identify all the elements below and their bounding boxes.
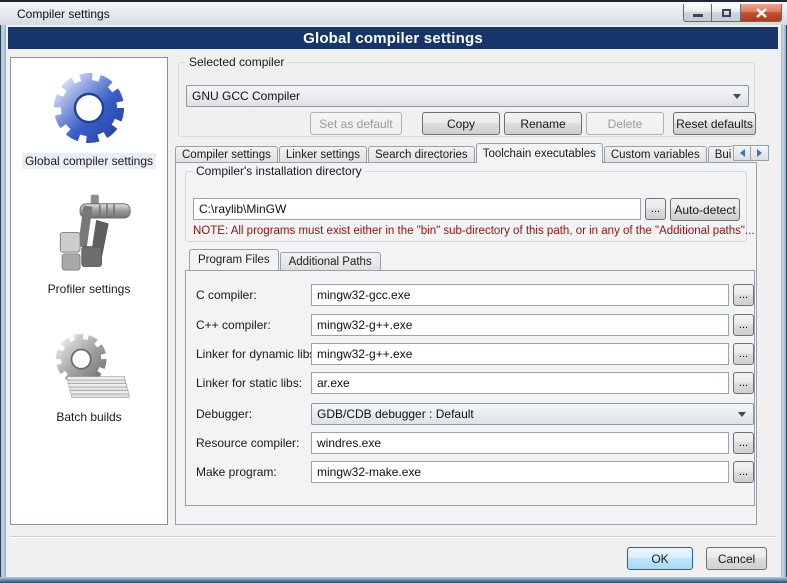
subtab-label: Additional Paths <box>289 256 372 268</box>
browse-directory-button[interactable]: ... <box>645 198 666 220</box>
tab-label: Custom variables <box>611 149 700 161</box>
field-label: Linker for static libs: <box>196 376 302 390</box>
tab-scroll-left-icon <box>740 149 745 157</box>
field-row-linker-static: Linker for static libs: ... <box>186 372 754 394</box>
tab-scroll-right-button[interactable] <box>751 145 769 161</box>
dialog-header: Global compiler settings <box>8 27 778 49</box>
window-title: Compiler settings <box>17 7 110 21</box>
field-row-cpp-compiler: C++ compiler: ... <box>186 314 754 336</box>
browse-button[interactable]: ... <box>733 461 754 483</box>
tab-toolchain-executables[interactable]: Toolchain executables <box>476 143 603 163</box>
rename-button[interactable]: Rename <box>504 112 582 135</box>
subtab-additional-paths[interactable]: Additional Paths <box>280 252 381 270</box>
chevron-down-icon <box>738 412 746 417</box>
caption-buttons <box>683 4 782 22</box>
gear-stack-icon <box>41 327 137 407</box>
browse-button[interactable]: ... <box>733 343 754 365</box>
field-label: Debugger: <box>196 407 252 421</box>
field-row-debugger: Debugger: GDB/CDB debugger : Default <box>186 403 754 425</box>
selected-compiler-group: Selected compiler GNU GCC Compiler Set a… <box>178 62 755 137</box>
close-icon <box>756 8 767 18</box>
tab-scroll-left-button[interactable] <box>733 145 751 161</box>
browse-button[interactable]: ... <box>733 314 754 336</box>
c-compiler-input[interactable] <box>311 284 729 306</box>
tab-label: Build options <box>715 149 732 161</box>
titlebar[interactable]: Compiler settings <box>0 0 787 25</box>
tab-compiler-settings[interactable]: Compiler settings <box>175 146 278 163</box>
installation-directory-group-label: Compiler's installation directory <box>193 164 365 178</box>
linker-static-input[interactable] <box>311 372 729 394</box>
cpp-compiler-input[interactable] <box>311 314 729 336</box>
chevron-down-icon <box>733 94 741 99</box>
field-row-make-program: Make program: ... <box>186 461 754 483</box>
close-button[interactable] <box>741 4 782 22</box>
program-files-tabstrip: Program Files Additional Paths <box>189 249 382 270</box>
field-label: C compiler: <box>196 288 257 302</box>
sidebar-item-batch-builds[interactable]: Batch builds <box>41 327 137 425</box>
tab-label: Toolchain executables <box>483 148 596 160</box>
sidebar-item-global-compiler-settings[interactable]: Global compiler settings <box>22 65 156 169</box>
field-label: Linker for dynamic libs: <box>196 347 319 361</box>
compiler-select-value: GNU GCC Compiler <box>192 89 733 103</box>
subtab-program-files[interactable]: Program Files <box>189 249 279 270</box>
field-label: Make program: <box>196 465 277 479</box>
tab-label: Search directories <box>375 149 468 161</box>
field-row-c-compiler: C compiler: ... <box>186 284 754 306</box>
caliper-icon <box>44 193 134 279</box>
settings-tabstrip: Compiler settings Linker settings Search… <box>175 143 732 163</box>
page-title: Global compiler settings <box>303 30 483 47</box>
tab-build-options[interactable]: Build options <box>708 146 732 163</box>
tab-label: Linker settings <box>286 149 360 161</box>
tab-label: Compiler settings <box>182 149 271 161</box>
ok-button[interactable]: OK <box>627 547 693 570</box>
subtab-label: Program Files <box>198 254 270 266</box>
debugger-select[interactable]: GDB/CDB debugger : Default <box>311 403 754 425</box>
selected-compiler-group-label: Selected compiler <box>186 55 287 69</box>
tab-custom-variables[interactable]: Custom variables <box>604 146 707 163</box>
reset-defaults-button[interactable]: Reset defaults <box>673 112 756 135</box>
bin-subdirectory-note: NOTE: All programs must exist either in … <box>193 225 755 237</box>
installation-directory-input[interactable] <box>193 198 641 220</box>
tab-linker-settings[interactable]: Linker settings <box>279 146 367 163</box>
field-row-linker-dynamic: Linker for dynamic libs: ... <box>186 343 754 365</box>
browse-button[interactable]: ... <box>733 372 754 394</box>
browse-button[interactable]: ... <box>733 432 754 454</box>
resource-compiler-input[interactable] <box>311 432 729 454</box>
cancel-button[interactable]: Cancel <box>706 547 767 570</box>
window-border-bottom <box>0 577 787 583</box>
field-row-resource-compiler: Resource compiler: ... <box>186 432 754 454</box>
tab-scroll-right-icon <box>757 149 762 157</box>
installation-directory-group: Compiler's installation directory ... Au… <box>185 171 747 242</box>
linker-dynamic-input[interactable] <box>311 343 729 365</box>
make-program-input[interactable] <box>311 461 729 483</box>
compiler-settings-dialog: Compiler settings Global compiler settin… <box>0 0 787 583</box>
field-label: Resource compiler: <box>196 436 299 450</box>
tab-scroll-buttons <box>733 145 769 161</box>
tab-search-directories[interactable]: Search directories <box>368 146 475 163</box>
maximize-icon <box>722 9 731 17</box>
debugger-select-value: GDB/CDB debugger : Default <box>317 407 738 421</box>
minimize-button[interactable] <box>683 4 712 22</box>
settings-sidebar: Global compiler settings Pr <box>10 57 168 525</box>
auto-detect-button[interactable]: Auto-detect <box>670 198 740 221</box>
copy-button[interactable]: Copy <box>422 112 500 135</box>
sidebar-item-label: Global compiler settings <box>22 153 156 169</box>
compiler-select[interactable]: GNU GCC Compiler <box>186 85 749 107</box>
sidebar-item-label: Profiler settings <box>45 281 134 297</box>
delete-button[interactable]: Delete <box>586 112 664 135</box>
minimize-icon <box>693 14 703 17</box>
window-border-right <box>781 25 787 583</box>
window-border-left <box>0 25 6 583</box>
blue-gear-icon <box>41 65 137 151</box>
set-as-default-button[interactable]: Set as default <box>310 112 402 135</box>
maximize-button[interactable] <box>712 4 741 22</box>
sidebar-item-label: Batch builds <box>53 409 124 425</box>
footer-divider <box>10 536 777 538</box>
browse-button[interactable]: ... <box>733 284 754 306</box>
program-files-panel: C compiler: ... C++ compiler: ... Linker… <box>185 270 755 506</box>
field-label: C++ compiler: <box>196 318 271 332</box>
sidebar-item-profiler-settings[interactable]: Profiler settings <box>44 193 134 297</box>
